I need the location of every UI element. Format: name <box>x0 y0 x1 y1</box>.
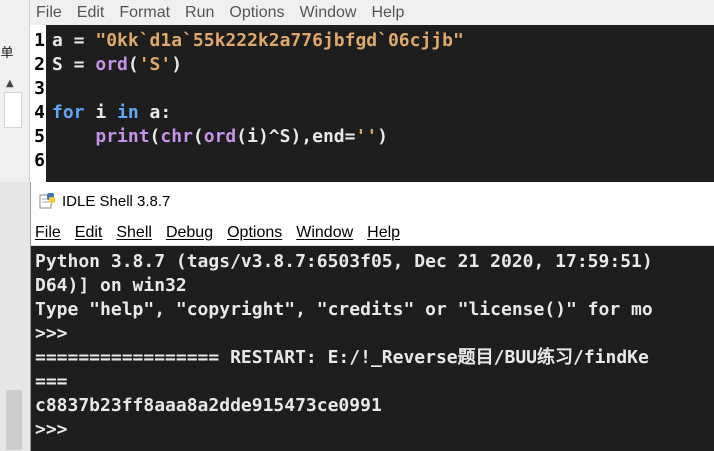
shell-output-line: === <box>35 371 68 392</box>
menu-options[interactable]: Options <box>229 4 284 22</box>
shell-output[interactable]: Python 3.8.7 (tags/v3.8.7:6503f05, Dec 2… <box>31 246 714 442</box>
menu-edit[interactable]: Edit <box>77 4 105 22</box>
shell-prompt: >>> <box>35 323 68 344</box>
editor-menubar: File Edit Format Run Options Window Help <box>30 0 714 25</box>
idle-shell-window: IDLE Shell 3.8.7 File Edit Shell Debug O… <box>30 182 714 451</box>
menu-format[interactable]: Format <box>119 4 170 22</box>
line-number: 4 <box>34 102 45 123</box>
code-token: ord <box>203 126 237 147</box>
python-feather-icon <box>39 193 55 209</box>
code-line: for i in a: <box>52 101 464 125</box>
code-token: print <box>95 126 150 147</box>
code-token: ( <box>192 126 204 147</box>
background-window-strip: 单 ▲ <box>0 0 30 451</box>
shell-prompt: >>> <box>35 419 68 440</box>
scrollbar-thumb[interactable] <box>6 390 22 450</box>
code-token: ) <box>377 126 389 147</box>
scroll-up-arrow-icon[interactable]: ▲ <box>6 78 14 89</box>
shell-menu-window[interactable]: Window <box>296 224 353 242</box>
code-token: ( <box>127 54 139 75</box>
code-token: (i)^S),end= <box>236 126 356 147</box>
code-token: ord <box>95 54 128 75</box>
shell-menu-options[interactable]: Options <box>227 224 282 242</box>
editor-window: File Edit Format Run Options Window Help… <box>30 0 714 182</box>
shell-output-line: c8837b23ff8aaa8a2dde915473ce0991 <box>35 395 382 416</box>
scrollbar-track[interactable] <box>4 92 22 128</box>
line-number: 1 <box>34 30 45 51</box>
shell-menu-debug[interactable]: Debug <box>166 224 213 242</box>
line-number: 2 <box>34 54 45 75</box>
code-token: '' <box>355 126 378 147</box>
line-number: 5 <box>34 126 45 147</box>
shell-menu-edit[interactable]: Edit <box>75 224 103 242</box>
shell-menu-file[interactable]: File <box>35 224 61 242</box>
code-editor-text[interactable]: a = "0kk`d1a`55k222k2a776jbfgd`06cjjb" S … <box>46 25 464 182</box>
background-window-glyph: 单 <box>0 46 14 61</box>
code-line: a = "0kk`d1a`55k222k2a776jbfgd`06cjjb" <box>52 29 464 53</box>
menu-file[interactable]: File <box>36 4 62 22</box>
code-line: S = ord('S') <box>52 53 464 77</box>
shell-menubar: File Edit Shell Debug Options Window Hel… <box>31 220 714 246</box>
line-number: 6 <box>34 150 45 171</box>
shell-menu-help[interactable]: Help <box>367 224 400 242</box>
menu-run[interactable]: Run <box>185 4 214 22</box>
code-token: for <box>52 102 85 123</box>
shell-output-line: Python 3.8.7 (tags/v3.8.7:6503f05, Dec 2… <box>35 251 653 272</box>
shell-output-line: D64)] on win32 <box>35 275 187 296</box>
window-title: IDLE Shell 3.8.7 <box>62 192 171 210</box>
menu-help[interactable]: Help <box>371 4 404 22</box>
code-token: a = <box>52 30 96 51</box>
code-token: i <box>84 102 118 123</box>
shell-output-line: Type "help", "copyright", "credits" or "… <box>35 299 653 320</box>
shell-titlebar: IDLE Shell 3.8.7 <box>31 182 714 220</box>
line-number: 3 <box>34 78 45 99</box>
line-number-gutter: 1 2 3 4 5 6 <box>30 25 46 182</box>
code-token: ) <box>171 54 183 75</box>
code-line: print(chr(ord(i)^S),end='') <box>52 125 464 149</box>
code-token: 'S' <box>138 54 172 75</box>
menu-window[interactable]: Window <box>300 4 357 22</box>
code-token: "0kk`d1a`55k222k2a776jbfgd`06cjjb" <box>95 30 464 51</box>
shell-output-line: ================= RESTART: E:/!_Reverse题… <box>35 347 649 368</box>
code-token: a: <box>138 102 172 123</box>
code-token: S = <box>52 54 96 75</box>
code-token: ( <box>149 126 161 147</box>
code-token: chr <box>160 126 193 147</box>
shell-menu-shell[interactable]: Shell <box>116 224 152 242</box>
code-token: in <box>117 102 139 123</box>
